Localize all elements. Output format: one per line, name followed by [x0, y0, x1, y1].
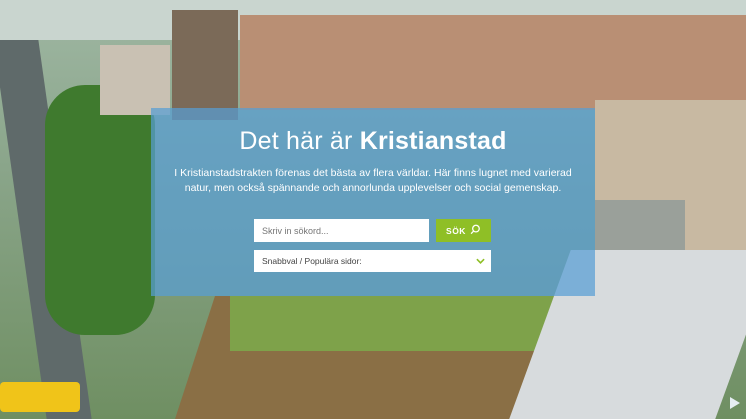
quick-select-dropdown[interactable]: Snabbval / Populära sidor:	[254, 250, 491, 272]
background-tower	[172, 10, 238, 120]
background-rooftops	[240, 15, 746, 110]
background-building	[100, 45, 170, 115]
hero-title: Det här är Kristianstad	[151, 126, 595, 156]
search-button-label: SÖK	[446, 225, 466, 236]
play-icon[interactable]	[730, 397, 740, 409]
hero-title-prefix: Det här är	[239, 127, 353, 155]
search-button[interactable]: SÖK	[436, 219, 491, 242]
background-trees	[45, 85, 155, 335]
background-parking	[595, 200, 685, 250]
hero-background: Det här är Kristianstad I Kristianstadst…	[0, 0, 746, 419]
chevron-down-icon	[476, 256, 485, 266]
background-bus	[0, 382, 80, 412]
background-lawn	[230, 296, 560, 351]
hero-title-emphasis: Kristianstad	[359, 127, 507, 155]
quick-select-value: Snabbval / Populära sidor:	[262, 256, 362, 266]
search-icon	[470, 224, 481, 237]
hero-subtitle: I Kristianstadstrakten förenas det bästa…	[174, 167, 572, 194]
hero-panel: Det här är Kristianstad I Kristianstadst…	[151, 108, 595, 296]
search-input[interactable]	[254, 219, 429, 242]
